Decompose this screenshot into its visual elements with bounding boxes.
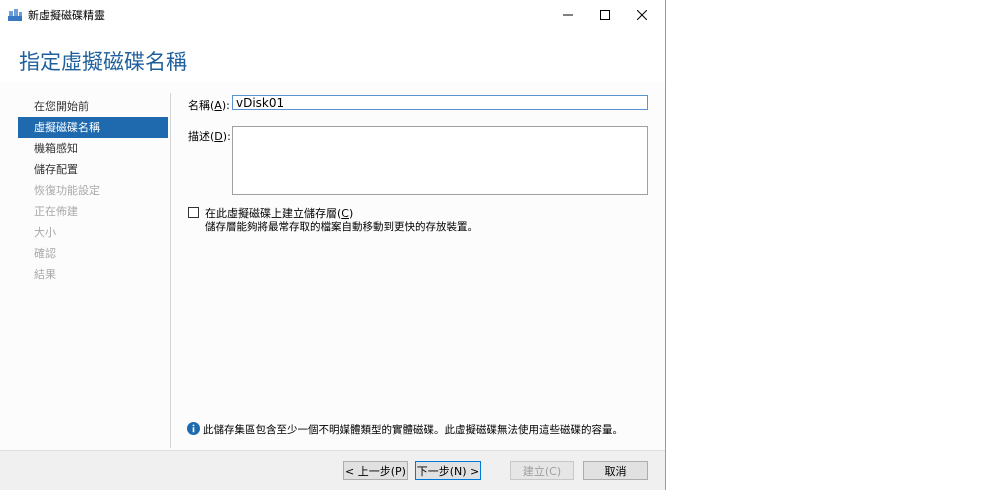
next-button[interactable]: 下一步(N) > (415, 461, 481, 480)
storage-tier-checkbox[interactable] (188, 207, 199, 218)
nav-step-label: 正在佈建 (34, 205, 78, 218)
nav-step-label: 大小 (34, 226, 56, 239)
page-title: 指定虛擬磁碟名稱 (19, 50, 187, 74)
nav-step-virtual-disk-name[interactable]: 虛擬磁碟名稱 (18, 117, 168, 138)
nav-step-label: 機箱感知 (34, 142, 78, 155)
wizard-window: 新虛擬磁碟精靈 指定虛擬磁碟名稱 在您開始前 虛擬磁碟名稱 機箱感知 儲存配置 … (0, 0, 666, 490)
nav-step-provisioning: 正在佈建 (18, 201, 168, 222)
nav-step-storage-layout[interactable]: 儲存配置 (18, 159, 168, 180)
maximize-button[interactable] (587, 0, 623, 30)
description-input[interactable] (232, 126, 648, 195)
nav-step-resiliency-settings: 恢復功能設定 (18, 180, 168, 201)
nav-step-label: 結果 (34, 268, 56, 281)
nav-step-label: 在您開始前 (34, 100, 89, 113)
name-label: 名稱(A): (188, 99, 230, 112)
info-message: 此儲存集區包含至少一個不明媒體類型的實體磁碟。此虛擬磁碟無法使用這些磁碟的容量。 (203, 424, 623, 436)
close-button[interactable] (624, 0, 660, 30)
create-button: 建立(C) (510, 461, 574, 480)
name-input[interactable] (232, 95, 648, 110)
wizard-steps-nav: 在您開始前 虛擬磁碟名稱 機箱感知 儲存配置 恢復功能設定 正在佈建 大小 確認… (18, 96, 168, 285)
previous-button[interactable]: < 上一步(P) (343, 461, 408, 480)
minimize-button[interactable] (550, 0, 586, 30)
storage-tier-description: 儲存層能夠將最常存取的檔案自動移動到更快的存放裝置。 (205, 221, 478, 233)
close-icon (637, 10, 647, 20)
page-header: 指定虛擬磁碟名稱 (0, 30, 665, 82)
minimize-icon (563, 14, 573, 16)
title-bar[interactable]: 新虛擬磁碟精靈 (0, 0, 665, 30)
window-title: 新虛擬磁碟精靈 (28, 9, 105, 22)
info-icon (187, 422, 200, 435)
nav-step-label: 確認 (34, 247, 56, 260)
storage-pool-icon (8, 9, 22, 21)
nav-step-results: 結果 (18, 264, 168, 285)
nav-step-label: 恢復功能設定 (34, 184, 100, 197)
cancel-button[interactable]: 取消 (583, 461, 648, 480)
nav-step-label: 虛擬磁碟名稱 (34, 121, 100, 134)
nav-step-before-you-begin[interactable]: 在您開始前 (18, 96, 168, 117)
nav-step-size: 大小 (18, 222, 168, 243)
nav-divider (170, 93, 171, 448)
nav-step-enclosure-awareness[interactable]: 機箱感知 (18, 138, 168, 159)
nav-step-label: 儲存配置 (34, 163, 78, 176)
description-label: 描述(D): (188, 130, 231, 143)
maximize-icon (600, 10, 610, 20)
nav-step-confirmation: 確認 (18, 243, 168, 264)
